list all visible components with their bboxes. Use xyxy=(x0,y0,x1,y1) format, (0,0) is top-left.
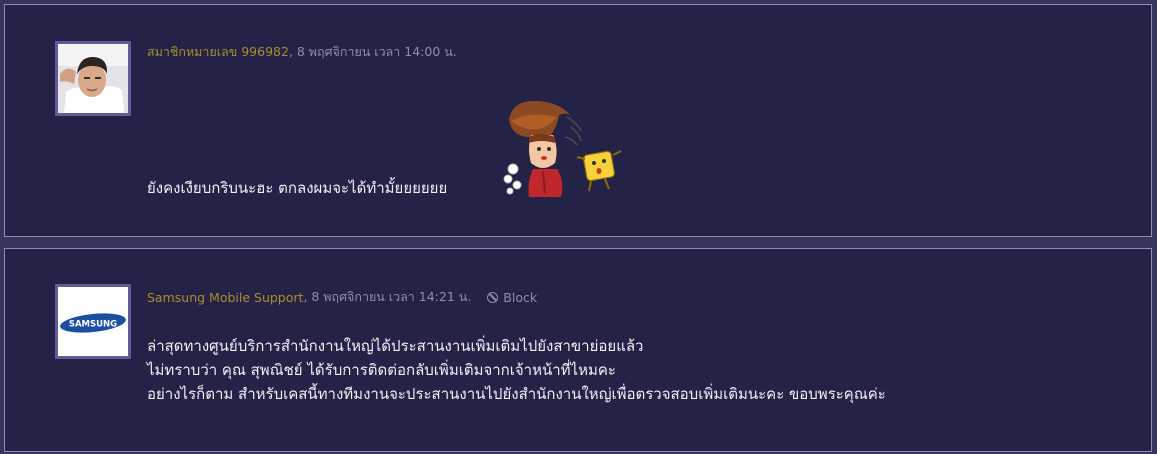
comment-meta: สมาชิกหมายเลข 996982 , 8 พฤศจิกายน เวลา … xyxy=(147,42,457,62)
comment-date: , 8 พฤศจิกายน เวลา 14:00 น. xyxy=(288,44,457,59)
comment-line: ยังคงเงียบกริบนะฮะ ตกลงผมจะได้ทำมั้ยยยยย… xyxy=(147,179,448,197)
comment-body: ล่าสุดทางศูนย์บริการสำนักงานใหญ่ได้ประสา… xyxy=(147,334,886,406)
svg-text:SAMSUNG: SAMSUNG xyxy=(69,320,117,330)
comment-line: อย่างไรก็ตาม สำหรับเคสนี้ทางทีมงานจะประส… xyxy=(147,385,886,403)
comment-body: ยังคงเงียบกริบนะฮะ ตกลงผมจะได้ทำมั้ยยยยย… xyxy=(147,176,447,200)
comment-line: ไม่ทราบว่า คุณ สุพณิชย์ ได้รับการติดต่อก… xyxy=(147,361,616,379)
block-label: Block xyxy=(503,289,538,305)
comment-meta: Samsung Mobile Support , 8 พฤศจิกายน เวล… xyxy=(147,287,537,307)
comment-date: , 8 พฤศจิกายน เวลา 14:21 น. xyxy=(303,289,472,304)
user-photo-icon xyxy=(58,44,128,113)
avatar[interactable] xyxy=(55,41,131,116)
author-link[interactable]: Samsung Mobile Support xyxy=(147,290,303,305)
sticker-icon xyxy=(503,100,622,197)
block-icon xyxy=(487,291,499,303)
author-link[interactable]: สมาชิกหมายเลข 996982 xyxy=(147,42,289,62)
comment-card: สมาชิกหมายเลข 996982 , 8 พฤศจิกายน เวลา … xyxy=(4,4,1152,237)
comment-line: ล่าสุดทางศูนย์บริการสำนักงานใหญ่ได้ประสา… xyxy=(147,337,644,355)
avatar[interactable]: SAMSUNG xyxy=(55,284,131,359)
samsung-logo: SAMSUNG xyxy=(58,287,128,356)
comment-card: SAMSUNG Samsung Mobile Support , 8 พฤศจิ… xyxy=(4,248,1152,452)
block-button[interactable]: Block xyxy=(487,290,537,305)
